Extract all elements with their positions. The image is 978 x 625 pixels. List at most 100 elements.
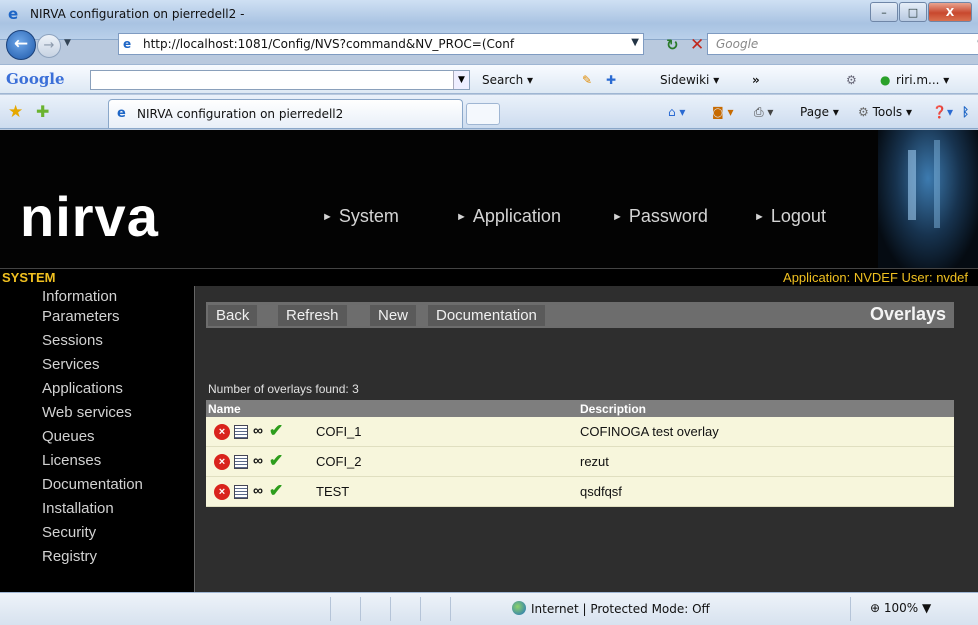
documentation-button[interactable]: Documentation <box>428 305 545 326</box>
overlay-count: Number of overlays found: 3 <box>208 382 359 396</box>
address-dropdown-icon[interactable]: ▼ <box>631 37 639 48</box>
status-divider <box>450 597 451 621</box>
nav-logout[interactable]: ► Logout <box>754 206 826 227</box>
refresh-icon[interactable]: ↻ <box>666 36 679 54</box>
tab-bar: ★ ✚ e NIRVA configuration on pierredell2… <box>0 95 978 129</box>
nav-application[interactable]: ► Application <box>456 206 561 227</box>
bookmark-icon[interactable]: ✎ <box>582 73 592 87</box>
overlay-description: rezut <box>580 454 609 469</box>
page-viewport: nirva ► System ► Application ► Password ► Lo… <box>0 130 978 592</box>
google-search-input[interactable]: ▼ <box>90 70 470 90</box>
overlays-toolbar: Back Refresh New Documentation Overlays <box>206 302 954 328</box>
sidewiki-button[interactable]: Sidewiki ▾ <box>660 73 719 87</box>
page-title: Overlays <box>869 304 946 324</box>
forward-button[interactable]: → <box>37 34 61 58</box>
back-button[interactable]: ← <box>6 30 36 60</box>
nav-password[interactable]: ► Password <box>612 206 708 227</box>
search-input[interactable]: Google ⚲ <box>707 33 978 55</box>
list-icon[interactable] <box>234 455 248 469</box>
maximize-button[interactable]: □ <box>899 2 927 22</box>
binoculars-icon[interactable]: ∞ <box>253 422 263 438</box>
window-controls: – □ X <box>869 2 972 22</box>
sidebar: Information Parameters Sessions Services… <box>0 286 195 592</box>
sidebar-item-security[interactable]: Security <box>42 524 96 541</box>
google-toolbar: Google ▼ Search ▾ ✎ ✚ Sidewiki ▾ » ⚙ ● r… <box>0 64 978 94</box>
delete-icon[interactable]: × <box>214 484 230 500</box>
binoculars-icon[interactable]: ∞ <box>253 452 263 468</box>
arrow-right-icon: ► <box>612 211 623 223</box>
bluetooth-icon[interactable]: ᛒ <box>962 105 969 119</box>
stop-icon[interactable]: ✕ <box>690 35 704 55</box>
google-logo-text: Google <box>6 70 65 88</box>
recent-pages-dropdown[interactable]: ▼ <box>64 38 71 48</box>
add-favorite-icon[interactable]: ✚ <box>36 102 49 121</box>
check-icon[interactable]: ✔ <box>269 481 283 501</box>
tab-title: NIRVA configuration on pierredell2 <box>137 107 344 121</box>
overlay-name[interactable]: COFI_1 <box>316 424 362 439</box>
overlay-name[interactable]: COFI_2 <box>316 454 362 469</box>
overlay-description: COFINOGA test overlay <box>580 424 719 439</box>
sidewiki-label: Sidewiki <box>660 73 710 87</box>
refresh-page-button[interactable]: Refresh <box>278 305 347 326</box>
delete-icon[interactable]: × <box>214 454 230 470</box>
status-divider <box>420 597 421 621</box>
home-icon[interactable]: ⌂ ▾ <box>668 105 685 119</box>
sidebar-item-installation[interactable]: Installation <box>42 500 114 517</box>
security-zone[interactable]: Internet | Protected Mode: Off <box>531 602 710 616</box>
section-bar: SYSTEM Application: NVDEF User: nvdef <box>0 268 978 286</box>
list-icon[interactable] <box>234 485 248 499</box>
row-actions: × ∞ ✔ <box>214 481 312 501</box>
favorites-star-icon[interactable]: ★ <box>8 102 23 122</box>
sidebar-item-parameters[interactable]: Parameters <box>42 308 120 325</box>
check-icon[interactable]: ✔ <box>269 451 283 471</box>
help-icon[interactable]: ❓▾ <box>932 105 953 119</box>
user-account-button[interactable]: riri.m... ▾ <box>896 73 949 87</box>
tools-menu[interactable]: ⚙ Tools ▾ <box>858 105 912 119</box>
back-page-button[interactable]: Back <box>208 305 258 326</box>
page-icon: e <box>123 37 132 51</box>
plus-icon[interactable]: ✚ <box>606 73 616 87</box>
list-icon[interactable] <box>234 425 248 439</box>
sidebar-item-registry[interactable]: Registry <box>42 548 97 565</box>
zoom-control[interactable]: ⊕ 100% ▼ <box>870 601 931 615</box>
nav-system[interactable]: ► System <box>322 206 399 227</box>
new-overlay-button[interactable]: New <box>370 305 417 326</box>
google-search-dropdown-icon[interactable]: ▼ <box>453 71 469 89</box>
sidebar-item-web-services[interactable]: Web services <box>42 404 132 421</box>
nav-application-label: Application <box>472 206 561 226</box>
row-actions: × ∞ ✔ <box>214 421 312 441</box>
feeds-icon[interactable]: ◙ ▾ <box>712 105 733 119</box>
sidebar-item-documentation[interactable]: Documentation <box>42 476 143 493</box>
zoom-level: 100% <box>883 601 919 615</box>
globe-icon <box>512 601 526 615</box>
print-icon[interactable]: ⎙ ▾ <box>754 105 773 120</box>
overlay-description: qsdfqsf <box>580 484 622 499</box>
delete-icon[interactable]: × <box>214 424 230 440</box>
header-photo <box>878 130 978 268</box>
tools-menu-label: Tools <box>872 105 903 119</box>
more-button[interactable]: » <box>752 73 760 87</box>
address-bar[interactable]: e http://localhost:1081/Config/NVS?comma… <box>118 33 644 55</box>
minimize-button[interactable]: – <box>870 2 898 22</box>
sidebar-item-licenses[interactable]: Licenses <box>42 452 101 469</box>
sidebar-item-applications[interactable]: Applications <box>42 380 123 397</box>
tab-nirva[interactable]: e NIRVA configuration on pierredell2 <box>108 99 463 128</box>
binoculars-icon[interactable]: ∞ <box>253 482 263 498</box>
sidebar-item-sessions[interactable]: Sessions <box>42 332 103 349</box>
sidebar-item-queues[interactable]: Queues <box>42 428 95 445</box>
user-status-icon: ● <box>880 73 891 87</box>
window-title: NIRVA configuration on pierredell2 - <box>30 7 245 21</box>
table-row: × ∞ ✔ TEST qsdfqsf <box>206 477 954 507</box>
address-url[interactable]: http://localhost:1081/Config/NVS?command… <box>143 37 613 51</box>
sidebar-item-information[interactable]: Information <box>42 288 117 305</box>
overlay-name[interactable]: TEST <box>316 484 349 499</box>
page-menu[interactable]: Page ▾ <box>800 105 839 119</box>
new-tab-button[interactable] <box>466 103 500 125</box>
google-search-button[interactable]: Search ▾ <box>482 73 533 87</box>
arrow-right-icon: ► <box>456 211 467 223</box>
wrench-icon[interactable]: ⚙ <box>846 73 857 87</box>
sidebar-item-services[interactable]: Services <box>42 356 100 373</box>
close-button[interactable]: X <box>928 2 972 22</box>
table-row: × ∞ ✔ COFI_1 COFINOGA test overlay <box>206 417 954 447</box>
check-icon[interactable]: ✔ <box>269 421 283 441</box>
